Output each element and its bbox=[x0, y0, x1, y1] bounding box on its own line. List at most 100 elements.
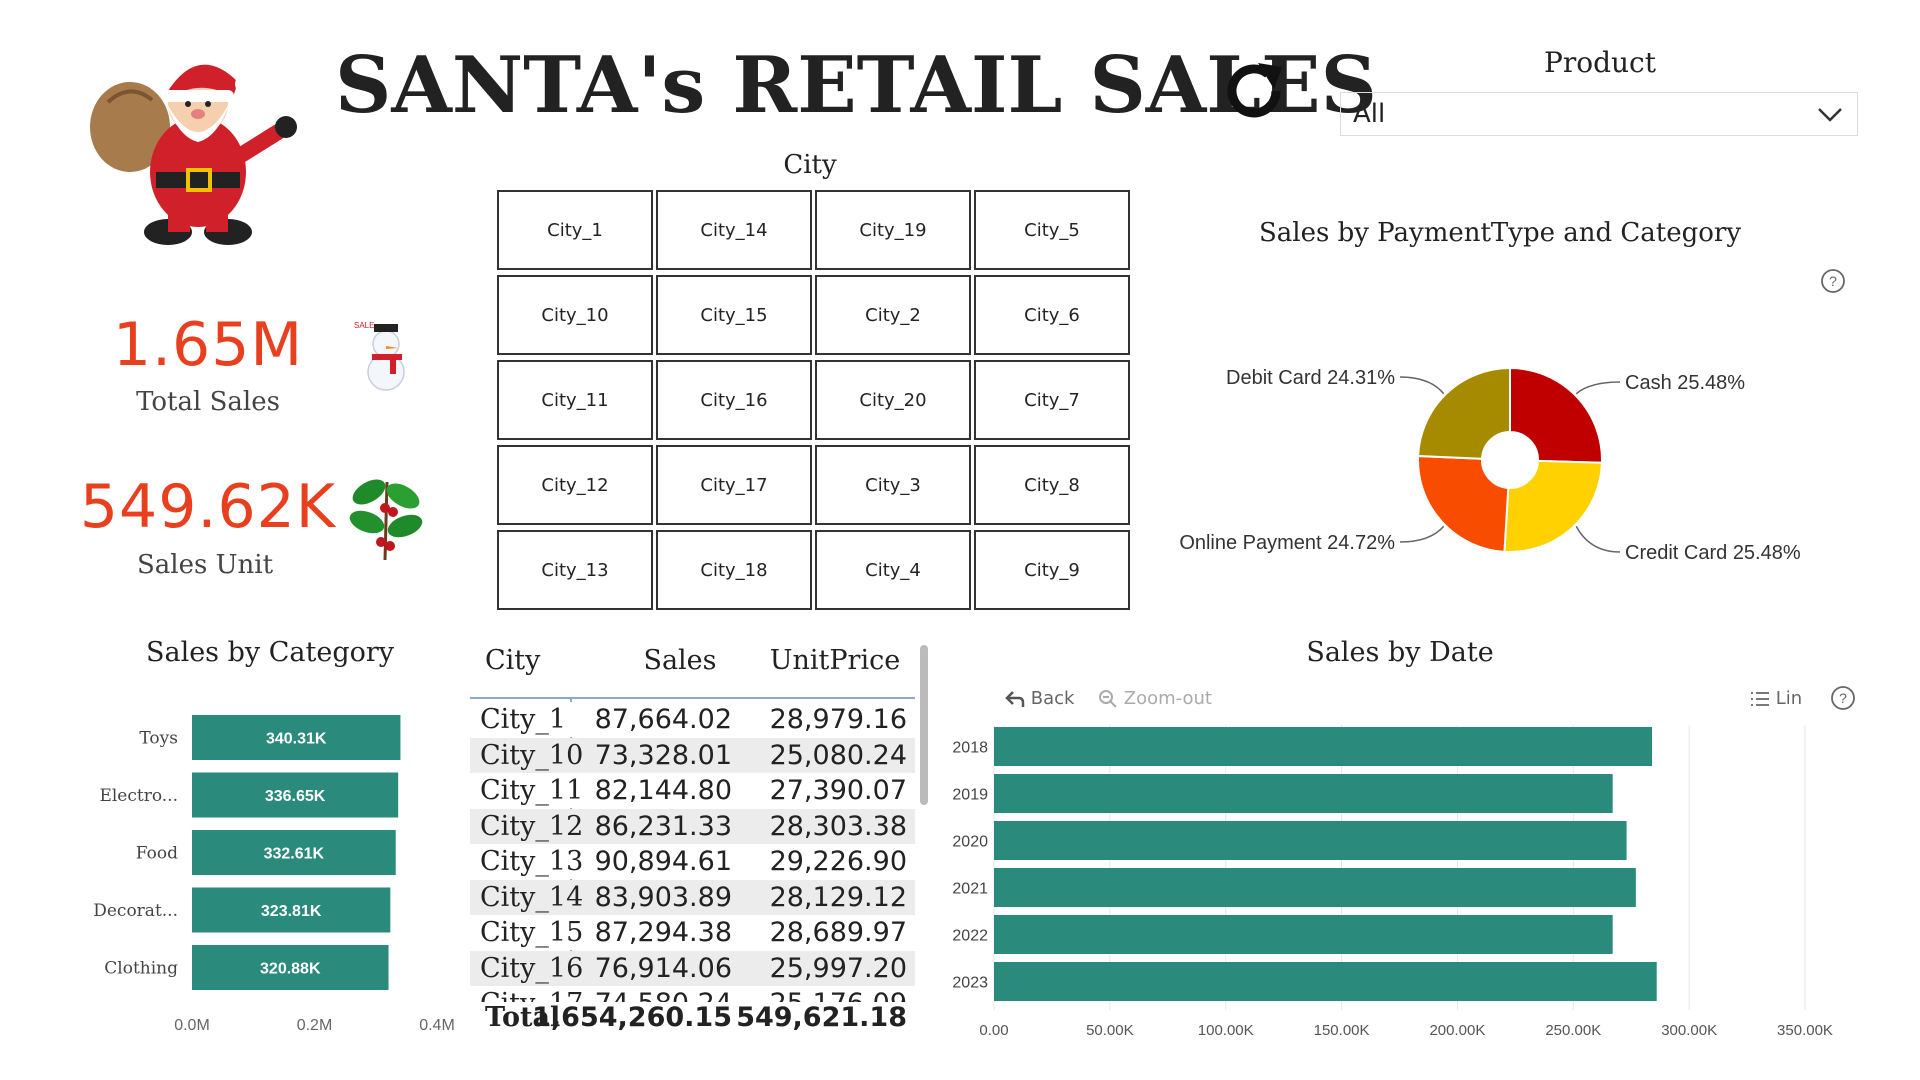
city-button-city-10[interactable]: City_10 bbox=[497, 275, 653, 355]
pie-data-label: Cash 25.48% bbox=[1625, 372, 1745, 394]
pie-leader-line bbox=[1399, 525, 1445, 543]
date-axis-label: 2023 bbox=[952, 975, 988, 992]
city-button-city-11[interactable]: City_11 bbox=[497, 360, 653, 440]
city-button-city-4[interactable]: City_4 bbox=[815, 530, 971, 610]
city-button-city-9[interactable]: City_9 bbox=[974, 530, 1130, 610]
date-axis-label: 2018 bbox=[952, 740, 988, 757]
date-axis-tick: 0.00 bbox=[979, 1022, 1008, 1039]
table-header-sales[interactable]: Sales bbox=[605, 645, 755, 676]
category-label: Toys bbox=[139, 729, 178, 749]
city-button-city-18[interactable]: City_18 bbox=[656, 530, 812, 610]
table-cell: 29,226.90 bbox=[769, 846, 907, 877]
city-button-city-7[interactable]: City_7 bbox=[974, 360, 1130, 440]
category-label: Food bbox=[136, 844, 178, 864]
table-cell: 28,129.12 bbox=[769, 881, 907, 913]
city-button-city-20[interactable]: City_20 bbox=[815, 360, 971, 440]
category-data-label: 340.31K bbox=[266, 731, 327, 748]
zoom-out-button[interactable]: Zoom-out bbox=[1098, 688, 1212, 709]
table-header-city[interactable]: City bbox=[485, 645, 595, 676]
pie-slice-credit-card[interactable] bbox=[1503, 459, 1603, 553]
date-bar[interactable] bbox=[994, 821, 1627, 860]
pie-data-label: Credit Card 25.48% bbox=[1625, 542, 1801, 564]
svg-text:SALE: SALE bbox=[354, 321, 374, 330]
city-button-city-5[interactable]: City_5 bbox=[974, 190, 1130, 270]
table-cell: City_14 bbox=[480, 881, 584, 913]
city-button-city-13[interactable]: City_13 bbox=[497, 530, 653, 610]
table-cell: 86,231.33 bbox=[594, 810, 732, 842]
category-axis-tick: 0.4M bbox=[419, 1017, 455, 1034]
sales-unit-value: 549.62K bbox=[79, 472, 337, 542]
date-bar-chart: 0.00 50.00K 100.00K 150.00K 200.00K 250.00K 30… bbox=[952, 725, 1833, 1039]
holly-icon bbox=[345, 462, 427, 564]
date-axis-tick: 300.00K bbox=[1661, 1022, 1717, 1039]
table-scrollbar[interactable] bbox=[920, 645, 928, 805]
table-row[interactable]: City_13 90,894.61 29,226.90 bbox=[470, 844, 915, 879]
city-button-city-15[interactable]: City_15 bbox=[656, 275, 812, 355]
table-cell: 83,903.89 bbox=[594, 881, 732, 913]
pie-slice-cash[interactable] bbox=[1509, 366, 1603, 464]
back-button[interactable]: Back bbox=[1005, 688, 1074, 709]
table-row[interactable]: City_10 73,328.01 25,080.24 bbox=[470, 737, 915, 773]
payment-chart-title: Sales by PaymentType and Category bbox=[1258, 218, 1742, 248]
date-chart-toolbar: Back Zoom-out Lin ? bbox=[1005, 685, 1865, 718]
table-cell: 28,689.97 bbox=[769, 917, 907, 948]
date-bar[interactable] bbox=[994, 915, 1613, 954]
scale-toggle[interactable]: Lin bbox=[1750, 688, 1802, 709]
city-button-city-16[interactable]: City_16 bbox=[656, 360, 812, 440]
table-cell: 73,328.01 bbox=[594, 739, 732, 771]
table-total-cell: 1,654,260.15 bbox=[532, 1002, 732, 1033]
city-button-city-8[interactable]: City_8 bbox=[974, 445, 1130, 525]
table-header-unitprice[interactable]: UnitPrice bbox=[760, 645, 910, 676]
table-row[interactable]: City_15 87,294.38 28,689.97 bbox=[470, 915, 915, 950]
table-row[interactable]: City_11 82,144.80 27,390.07 bbox=[470, 773, 915, 808]
zoom-out-label: Zoom-out bbox=[1123, 688, 1212, 709]
refresh-icon[interactable] bbox=[1218, 55, 1290, 127]
pie-slice-online-payment[interactable] bbox=[1417, 454, 1510, 553]
date-bar[interactable] bbox=[994, 868, 1636, 907]
pie-slice-debit-card[interactable] bbox=[1417, 366, 1511, 460]
date-bar[interactable] bbox=[994, 774, 1613, 813]
table-row[interactable]: City_1 87,664.02 28,979.16 bbox=[470, 702, 915, 737]
table-row[interactable]: City_14 83,903.89 28,129.12 bbox=[470, 879, 915, 915]
scale-label: Lin bbox=[1775, 688, 1803, 709]
city-button-city-1[interactable]: City_1 bbox=[497, 190, 653, 270]
back-label: Back bbox=[1030, 688, 1075, 709]
chevron-down-icon bbox=[1817, 101, 1843, 127]
product-selected-value: All bbox=[1353, 99, 1386, 129]
table-row[interactable]: City_12 86,231.33 28,303.38 bbox=[470, 808, 915, 844]
city-button-city-14[interactable]: City_14 bbox=[656, 190, 812, 270]
table-cell: City_1 bbox=[480, 704, 567, 735]
date-bar[interactable] bbox=[994, 962, 1657, 1001]
table-cell: 27,390.07 bbox=[769, 775, 907, 806]
table-row[interactable]: City_16 76,914.06 25,997.20 bbox=[470, 950, 915, 986]
city-slicer-title: City bbox=[783, 150, 837, 180]
zoom-out-icon bbox=[1099, 690, 1117, 708]
category-data-label: 320.88K bbox=[260, 961, 321, 978]
table-cell: 25,997.20 bbox=[769, 952, 907, 984]
date-axis-label: 2022 bbox=[952, 928, 988, 945]
category-data-label: 336.65K bbox=[265, 788, 326, 805]
table-cell: City_13 bbox=[480, 846, 584, 877]
date-bar[interactable] bbox=[994, 727, 1653, 766]
city-button-city-3[interactable]: City_3 bbox=[815, 445, 971, 525]
date-chart-title: Sales by Date bbox=[1306, 637, 1494, 668]
help-icon[interactable]: ? bbox=[1820, 268, 1846, 294]
city-button-city-2[interactable]: City_2 bbox=[815, 275, 971, 355]
city-button-city-6[interactable]: City_6 bbox=[974, 275, 1130, 355]
city-sales-table: City Sales UnitPrice City_1 87,664.02 28,979.… bbox=[465, 640, 925, 1040]
product-dropdown[interactable]: All bbox=[1340, 92, 1858, 136]
category-axis-tick: 0.2M bbox=[297, 1017, 333, 1034]
date-axis-tick: 200.00K bbox=[1429, 1022, 1485, 1039]
date-help-icon[interactable]: ? bbox=[1830, 685, 1856, 716]
pie-leader-line bbox=[1575, 381, 1621, 395]
table-total-row: Total 1,654,260.15 549,621.18 bbox=[470, 1002, 915, 1038]
city-button-city-19[interactable]: City_19 bbox=[815, 190, 971, 270]
category-label: Electro... bbox=[99, 786, 178, 806]
svg-text:?: ? bbox=[1829, 273, 1837, 289]
table-cell: City_12 bbox=[480, 810, 584, 842]
city-button-city-17[interactable]: City_17 bbox=[656, 445, 812, 525]
table-cell: 76,914.06 bbox=[594, 952, 732, 984]
total-sales-value: 1.65M bbox=[112, 310, 304, 380]
date-axis-tick: 150.00K bbox=[1314, 1022, 1370, 1039]
city-button-city-12[interactable]: City_12 bbox=[497, 445, 653, 525]
